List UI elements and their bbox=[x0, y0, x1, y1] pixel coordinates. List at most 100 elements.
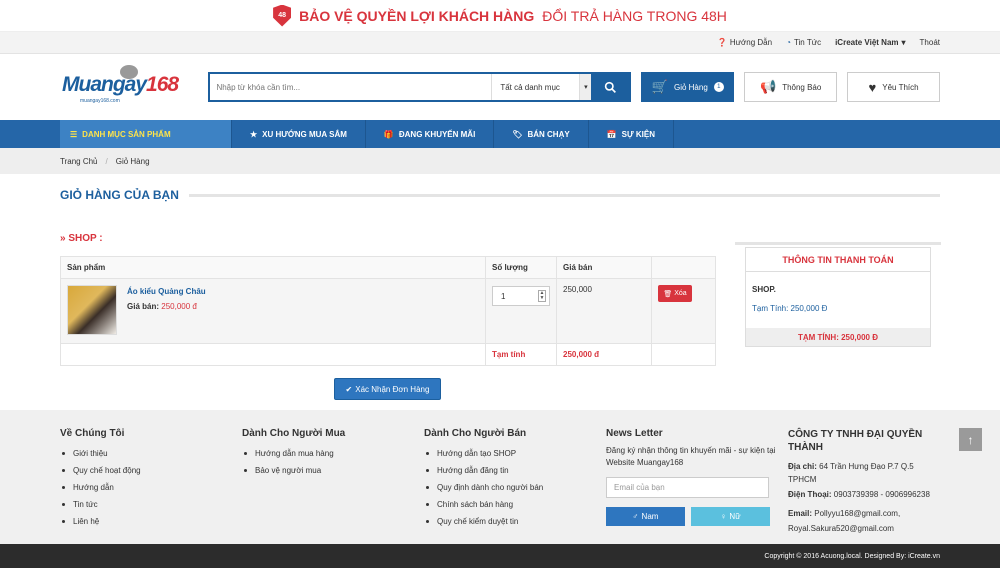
title-divider bbox=[188, 193, 940, 197]
check-circle-icon: ✔ bbox=[345, 384, 353, 394]
female-icon: ♀ bbox=[720, 512, 727, 521]
footer-link[interactable]: Bảo vệ người mua bbox=[242, 462, 345, 479]
payment-subtotal: Tạm Tính: 250,000 Đ bbox=[752, 304, 828, 313]
email-value-2[interactable]: Royal.Sakura520@gmail.com bbox=[788, 522, 938, 535]
subscribe-female-button[interactable]: ♀ Nữ bbox=[691, 507, 770, 526]
confirm-order-button[interactable]: ✔ Xác Nhận Đơn Hàng bbox=[334, 378, 441, 400]
footer-link[interactable]: Hướng dẫn mua hàng bbox=[242, 445, 345, 462]
spinner-arrows-icon[interactable]: ▲ ▼ bbox=[538, 290, 546, 302]
header-product: Sản phẩm bbox=[60, 256, 486, 279]
nav-trends[interactable]: ★ XU HƯỚNG MUA SẮM bbox=[232, 120, 366, 148]
logout-label: Thoát bbox=[919, 38, 940, 47]
price-value: 250,000 đ bbox=[161, 302, 197, 311]
favorite-button[interactable]: ♥ Yêu Thích bbox=[847, 72, 940, 102]
nav-categories[interactable]: ☰ DANH MỤC SẢN PHẨM bbox=[60, 120, 232, 148]
search-bar: Tất cả danh mục ▾ bbox=[208, 72, 632, 102]
footer-sellers: Dành Cho Người Bán Hướng dẫn tạo SHOP Hư… bbox=[424, 428, 543, 530]
shield-48h-icon: 48 bbox=[273, 4, 292, 27]
delete-button[interactable]: 🗑 Xóa bbox=[658, 285, 692, 302]
confirm-label: Xác Nhận Đơn Hàng bbox=[355, 384, 430, 394]
menu-icon: ☰ bbox=[70, 129, 78, 139]
newsletter-email-input[interactable]: Email của bạn bbox=[606, 477, 769, 498]
payment-shop: SHOP. bbox=[752, 285, 776, 294]
footer-newsletter: News Letter Đăng ký nhận thông tin khuyế… bbox=[606, 428, 776, 526]
page-title: GIỎ HÀNG CỦA BẠN bbox=[60, 188, 179, 202]
footer-about-title: Về Chúng Tôi bbox=[60, 428, 125, 439]
search-button[interactable] bbox=[591, 74, 630, 100]
payment-title: THÔNG TIN THANH TOÁN bbox=[746, 248, 930, 272]
footer: Về Chúng Tôi Giới thiệu Quy chế hoạt độn… bbox=[0, 410, 1000, 544]
footer-link[interactable]: Liên hệ bbox=[60, 513, 141, 530]
table-row: Áo kiểu Quảng Châu Giá bán: 250,000 đ 1 … bbox=[60, 278, 716, 344]
breadcrumb-home[interactable]: Trang Chủ bbox=[60, 157, 98, 166]
nav-events[interactable]: 📅 SỰ KIỆN bbox=[589, 120, 674, 148]
breadcrumb-separator: / bbox=[105, 156, 108, 166]
cart-label: Giỏ Hàng bbox=[673, 82, 708, 92]
tag-icon: 🏷 bbox=[512, 129, 523, 139]
header-quantity: Số lượng bbox=[485, 256, 557, 279]
news-label: Tin Tức bbox=[793, 38, 822, 47]
email-label: Email: bbox=[788, 509, 813, 518]
nav-promotions-label: ĐANG KHUYẾN MÃI bbox=[398, 129, 476, 139]
back-to-top-button[interactable]: ↑ bbox=[959, 428, 982, 451]
nav-categories-label: DANH MỤC SẢN PHẨM bbox=[82, 129, 171, 139]
footer-link[interactable]: Hướng dẫn bbox=[60, 479, 141, 496]
quantity-value: 1 bbox=[501, 291, 506, 301]
footer-link[interactable]: Tin tức bbox=[60, 496, 141, 513]
footer-sellers-title: Dành Cho Người Bán bbox=[424, 428, 527, 439]
header-price: Giá bán bbox=[556, 256, 652, 279]
breadcrumb: Trang Chủ / Giỏ Hàng bbox=[0, 148, 1000, 174]
header-action bbox=[651, 256, 716, 279]
footer-link[interactable]: Giới thiệu bbox=[60, 445, 141, 462]
subscribe-male-button[interactable]: ♂ Nam bbox=[606, 507, 685, 526]
nav-bestsellers-label: BÁN CHẠY bbox=[527, 129, 570, 139]
subtotal-row: Tạm tính 250,000 đ bbox=[60, 343, 716, 366]
logo[interactable]: Muangay168 muangay168.com bbox=[60, 65, 188, 109]
gift-icon: 🎁 bbox=[383, 129, 394, 139]
logo-number: 168 bbox=[146, 73, 179, 96]
header: Muangay168 muangay168.com Tất cả danh mụ… bbox=[0, 54, 1000, 120]
payment-panel: THÔNG TIN THANH TOÁN SHOP. Tạm Tính: 250… bbox=[735, 242, 941, 347]
megaphone-icon: 📢 bbox=[760, 79, 777, 94]
email-value-1[interactable]: Pollyyu168@gmail.com, bbox=[814, 509, 900, 518]
copyright: Copyright © 2016 Acuong.local. Designed … bbox=[0, 544, 1000, 568]
unit-price: 250,000 bbox=[556, 278, 652, 344]
footer-link[interactable]: Quy chế kiểm duyệt tin bbox=[424, 513, 543, 530]
rss-icon: ◔ bbox=[786, 38, 791, 47]
product-thumbnail[interactable] bbox=[67, 285, 117, 335]
quantity-stepper[interactable]: 1 ▲ ▼ bbox=[492, 286, 550, 306]
newsletter-title: News Letter bbox=[606, 428, 663, 439]
logout-link[interactable]: Thoát bbox=[920, 38, 940, 47]
search-icon bbox=[604, 81, 616, 93]
notify-button[interactable]: 📢 Thông Báo bbox=[744, 72, 838, 102]
promo-rest-text: ĐỔI TRẢ HÀNG TRONG 48H bbox=[542, 7, 727, 24]
male-icon: ♂ bbox=[632, 512, 639, 521]
cart-button[interactable]: 🛒 Giỏ Hàng 1 bbox=[641, 72, 735, 102]
nav-bestsellers[interactable]: 🏷 BÁN CHẠY bbox=[494, 120, 589, 148]
footer-link[interactable]: Quy định dành cho người bán bbox=[424, 479, 543, 496]
star-icon: ★ bbox=[250, 129, 258, 139]
product-price: Giá bán: 250,000 đ bbox=[127, 302, 206, 311]
footer-buyers-title: Dành Cho Người Mua bbox=[242, 428, 346, 439]
chevron-down-icon: ▾ bbox=[579, 74, 592, 100]
nav-trends-label: XU HƯỚNG MUA SẮM bbox=[262, 129, 347, 139]
nav-promotions[interactable]: 🎁 ĐANG KHUYẾN MÃI bbox=[366, 120, 495, 148]
newsletter-text: Đăng ký nhận thông tin khuyến mãi - sự k… bbox=[606, 446, 776, 467]
product-name-link[interactable]: Áo kiểu Quảng Châu bbox=[127, 287, 206, 296]
male-label: Nam bbox=[641, 512, 659, 521]
footer-link[interactable]: Chính sách bán hàng bbox=[424, 496, 543, 513]
footer-link[interactable]: Hướng dẫn đăng tin bbox=[424, 462, 543, 479]
user-menu[interactable]: iCreate Việt Nam ▾ bbox=[835, 38, 905, 47]
favorite-label: Yêu Thích bbox=[882, 82, 919, 92]
search-input[interactable] bbox=[210, 74, 492, 100]
trash-icon: 🗑 bbox=[663, 290, 673, 298]
footer-link[interactable]: Quy chế hoạt động bbox=[60, 462, 141, 479]
footer-link[interactable]: Hướng dẫn tạo SHOP bbox=[424, 445, 543, 462]
news-link[interactable]: ◔ Tin Tức bbox=[786, 38, 821, 47]
guide-link[interactable]: ❓ Hướng Dẫn bbox=[717, 38, 772, 47]
notify-label: Thông Báo bbox=[782, 82, 822, 92]
heart-icon: ♥ bbox=[868, 79, 877, 95]
promo-bold-text: BẢO VỆ QUYỀN LỢI KHÁCH HÀNG bbox=[299, 7, 535, 24]
category-select[interactable]: Tất cả danh mục ▾ bbox=[491, 74, 592, 100]
page-title-row: GIỎ HÀNG CỦA BẠN bbox=[60, 188, 940, 202]
